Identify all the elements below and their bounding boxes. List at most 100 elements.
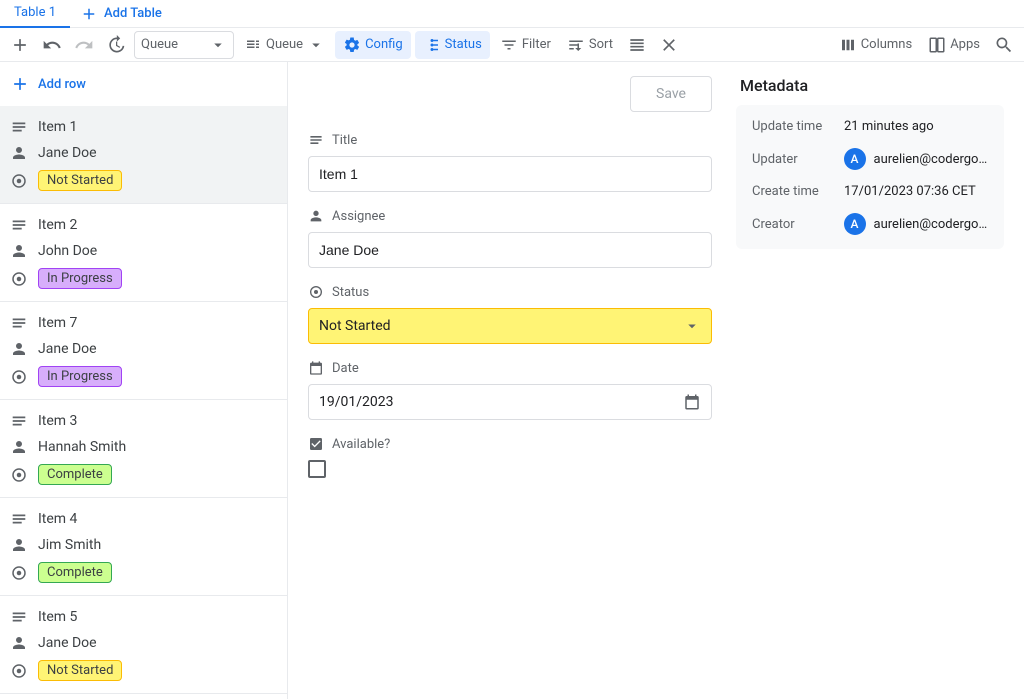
- sort-button[interactable]: Sort: [561, 31, 619, 59]
- status-field-label: Status: [308, 284, 712, 300]
- metadata-row-update-time: Update time 21 minutes ago: [752, 119, 988, 134]
- calendar-icon: [308, 360, 324, 376]
- status-chip[interactable]: Status: [415, 31, 490, 59]
- columns-icon: [839, 36, 857, 54]
- text-icon: [10, 118, 28, 136]
- metadata-panel: Metadata Update time 21 minutes ago Upda…: [736, 76, 1004, 699]
- metadata-row-create-time: Create time 17/01/2023 07:36 CET: [752, 184, 988, 199]
- list-item[interactable]: Item 2 John Doe In Progress: [0, 204, 287, 302]
- text-icon: [10, 412, 28, 430]
- add-row-button[interactable]: Add row: [0, 62, 287, 106]
- add-button[interactable]: [6, 31, 34, 59]
- item-title: Item 7: [38, 315, 77, 331]
- layout-select[interactable]: Queue: [238, 31, 331, 59]
- status-select-value: Not Started: [319, 318, 391, 334]
- plus-icon: [10, 74, 30, 94]
- undo-button[interactable]: [38, 31, 66, 59]
- search-button[interactable]: [990, 31, 1018, 59]
- item-title: Item 4: [38, 511, 77, 527]
- date-value: 19/01/2023: [319, 394, 394, 410]
- title-field-label: Title: [308, 132, 712, 148]
- status-label: Status: [445, 37, 482, 52]
- list-item[interactable]: Item 4 Jim Smith Complete: [0, 498, 287, 596]
- text-icon: [10, 314, 28, 332]
- status-icon: [10, 662, 28, 680]
- person-icon: [10, 634, 28, 652]
- available-checkbox[interactable]: [308, 460, 326, 478]
- undo-icon: [42, 35, 62, 55]
- metadata-title: Metadata: [736, 76, 1004, 95]
- list-item[interactable]: Item 3 Hannah Smith Complete: [0, 400, 287, 498]
- list-item[interactable]: Item 7 Jane Doe In Progress: [0, 302, 287, 400]
- person-icon: [10, 242, 28, 260]
- item-title: Item 3: [38, 413, 77, 429]
- list-item[interactable]: Item 1 Jane Doe Not Started: [0, 106, 287, 204]
- history-icon: [106, 35, 126, 55]
- status-badge: Complete: [38, 562, 112, 583]
- status-select[interactable]: Not Started: [308, 308, 712, 344]
- item-title: Item 2: [38, 217, 77, 233]
- gear-icon: [343, 36, 361, 54]
- add-row-label: Add row: [38, 77, 86, 92]
- sort-icon: [567, 36, 585, 54]
- person-icon: [10, 144, 28, 162]
- assignee-input[interactable]: [308, 232, 712, 268]
- redo-button[interactable]: [70, 31, 98, 59]
- sidebar: Add row Item 1 Jane Doe Not Started Item…: [0, 62, 288, 699]
- history-button[interactable]: [102, 31, 130, 59]
- status-badge: Not Started: [38, 170, 122, 191]
- date-field-label: Date: [308, 360, 712, 376]
- filter-icon: [500, 36, 518, 54]
- item-assignee: Hannah Smith: [38, 439, 126, 455]
- calendar-icon: [683, 393, 701, 411]
- add-table-label: Add Table: [104, 6, 162, 21]
- checkbox-icon: [308, 436, 324, 452]
- item-assignee: Jane Doe: [38, 145, 97, 161]
- item-assignee: John Doe: [38, 243, 97, 259]
- view-select-value: Queue: [141, 37, 178, 52]
- search-icon: [994, 35, 1014, 55]
- apps-label: Apps: [950, 37, 980, 52]
- text-icon: [10, 216, 28, 234]
- config-chip[interactable]: Config: [335, 31, 411, 59]
- redo-icon: [74, 35, 94, 55]
- filter-label: Filter: [522, 37, 551, 52]
- sort-label: Sort: [589, 37, 613, 52]
- text-icon: [10, 510, 28, 528]
- metadata-row-creator: Creator Aaurelien@codergo...: [752, 213, 988, 235]
- config-label: Config: [365, 37, 403, 52]
- apps-button[interactable]: Apps: [922, 31, 986, 59]
- density-button[interactable]: [623, 31, 651, 59]
- tabs-bar: Table 1 Add Table: [0, 0, 1024, 28]
- filter-button[interactable]: Filter: [494, 31, 557, 59]
- date-input[interactable]: 19/01/2023: [308, 384, 712, 420]
- plus-icon: [80, 5, 98, 23]
- status-icon: [10, 368, 28, 386]
- avatar: A: [844, 148, 866, 170]
- close-icon: [659, 35, 679, 55]
- status-icon: [10, 270, 28, 288]
- add-table-button[interactable]: Add Table: [70, 1, 172, 27]
- status-icon: [10, 466, 28, 484]
- status-badge: Not Started: [38, 660, 122, 681]
- save-button[interactable]: Save: [630, 76, 712, 112]
- list-item[interactable]: Item 5 Jane Doe Not Started: [0, 596, 287, 694]
- status-badge: In Progress: [38, 366, 122, 387]
- tab-table-1[interactable]: Table 1: [0, 0, 70, 28]
- chevron-down-icon: [307, 36, 325, 54]
- close-panel-button[interactable]: [655, 31, 683, 59]
- item-title: Item 1: [38, 119, 77, 135]
- layout-select-value: Queue: [266, 37, 303, 52]
- person-icon: [308, 208, 324, 224]
- columns-button[interactable]: Columns: [833, 31, 919, 59]
- title-input[interactable]: [308, 156, 712, 192]
- item-assignee: Jane Doe: [38, 635, 97, 651]
- text-icon: [10, 608, 28, 626]
- apps-icon: [928, 36, 946, 54]
- item-assignee: Jim Smith: [38, 537, 101, 553]
- view-select[interactable]: Queue: [134, 31, 234, 59]
- person-icon: [10, 438, 28, 456]
- chevron-down-icon: [209, 36, 227, 54]
- status-badge: Complete: [38, 464, 112, 485]
- columns-label: Columns: [861, 37, 913, 52]
